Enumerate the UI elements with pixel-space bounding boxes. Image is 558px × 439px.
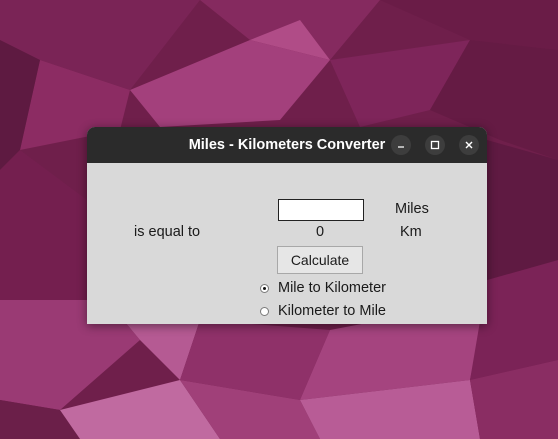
km-label: Km <box>400 224 422 240</box>
radio-label-km-to-mile: Kilometer to Mile <box>278 303 386 319</box>
minimize-icon <box>398 146 404 148</box>
close-button[interactable] <box>459 135 479 155</box>
calculate-button[interactable]: Calculate <box>277 246 363 274</box>
maximize-icon <box>430 140 440 150</box>
miles-label: Miles <box>395 201 429 217</box>
miles-input[interactable] <box>278 199 364 221</box>
radio-button-selected[interactable] <box>260 284 269 293</box>
minimize-button[interactable] <box>391 135 411 155</box>
close-icon <box>465 141 473 149</box>
result-value: 0 <box>316 224 325 240</box>
converter-window: Miles - Kilometers Converter Miles is eq… <box>87 127 487 324</box>
is-equal-to-label: is equal to <box>134 224 201 240</box>
radio-label-mile-to-km: Mile to Kilometer <box>278 280 386 296</box>
converter-form: Miles is equal to 0 Km Calculate Mile to… <box>87 163 487 324</box>
window-titlebar[interactable]: Miles - Kilometers Converter <box>87 127 487 163</box>
maximize-button[interactable] <box>425 135 445 155</box>
radio-button-unselected[interactable] <box>260 307 269 316</box>
